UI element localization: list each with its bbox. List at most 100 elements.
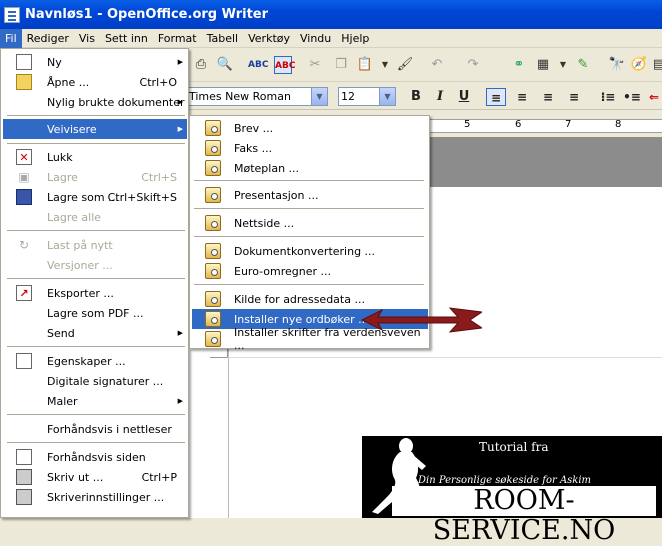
paste-dropdown-icon[interactable]: ▼ — [376, 56, 394, 74]
undo-icon[interactable]: ↶ — [428, 56, 446, 74]
hyperlink-icon[interactable]: ⚭ — [510, 56, 528, 74]
menu-item-skriv-ut[interactable]: Skriv ut ... Ctrl+P — [3, 467, 187, 487]
wizard-item-dokumentkonvertering[interactable]: Dokumentkonvertering ... — [192, 241, 428, 261]
menu-rediger[interactable]: Rediger — [22, 29, 74, 48]
save-as-icon — [16, 189, 32, 205]
wizard-item-euro-omregner[interactable]: Euro-omregner ... — [192, 261, 428, 281]
submenu-arrow-icon: ▶ — [177, 329, 183, 337]
banner-site-name: ROOM-SERVICE.NO — [392, 486, 656, 546]
menu-item-last-pa-nytt[interactable]: ↻ Last på nytt — [3, 235, 187, 255]
menu-item-skriverinnstillinger[interactable]: Skriverinnstillinger ... — [3, 487, 187, 507]
font-size-dropdown-icon[interactable]: ▼ — [379, 88, 395, 105]
menu-hjelp[interactable]: Hjelp — [336, 29, 374, 48]
text-boundary-line — [228, 357, 662, 358]
menu-item-ny[interactable]: Ny ▶ — [3, 52, 187, 72]
align-justify-icon[interactable]: ≡ — [564, 88, 584, 106]
menu-verktoy[interactable]: Verktøy — [243, 29, 295, 48]
font-size-combo[interactable]: 12 ▼ — [338, 87, 396, 106]
menu-fil[interactable]: Fil — [0, 28, 22, 48]
autospellcheck-icon[interactable]: ABC — [274, 56, 295, 74]
draw-functions-icon[interactable]: ✎ — [574, 56, 592, 74]
menu-item-apne[interactable]: Åpne ... Ctrl+O — [3, 72, 187, 92]
menu-vis[interactable]: Vis — [74, 29, 100, 48]
menu-tabell[interactable]: Tabell — [202, 29, 244, 48]
menu-item-veivisere[interactable]: Veivisere ▶ — [3, 119, 187, 139]
wizard-icon — [205, 160, 221, 176]
menu-item-nylig-brukte[interactable]: Nylig brukte dokumenter ▶ — [3, 92, 187, 112]
table-icon[interactable]: ▦ — [534, 56, 552, 74]
wizard-icon — [205, 331, 221, 347]
open-folder-icon — [16, 74, 32, 90]
ruler-number: 8 — [615, 119, 622, 130]
print-icon — [16, 469, 32, 485]
menu-item-lukk[interactable]: ✕ Lukk — [3, 147, 187, 167]
menu-item-versjoner[interactable]: Versjoner ... — [3, 255, 187, 275]
menu-item-forhandsvis-siden[interactable]: Forhåndsvis siden — [3, 447, 187, 467]
menu-item-maler[interactable]: Maler ▶ — [3, 391, 187, 411]
wizard-item-presentasjon[interactable]: Presentasjon ... — [192, 185, 428, 205]
save-icon: ▣ — [18, 170, 30, 184]
print-icon[interactable]: ⎙ — [192, 56, 210, 74]
bullets-icon[interactable]: •≡ — [622, 88, 642, 106]
wizard-icon — [205, 215, 221, 231]
font-name-dropdown-icon[interactable]: ▼ — [311, 88, 327, 105]
copy-icon[interactable]: ❐ — [332, 56, 350, 74]
redo-icon[interactable]: ↷ — [464, 56, 482, 74]
banner-line-1: Tutorial fra — [479, 440, 549, 454]
export-icon: ↗ — [16, 285, 32, 301]
writer-app-icon — [4, 6, 20, 23]
spellcheck-icon[interactable]: ABC — [248, 56, 268, 74]
menu-item-eksporter[interactable]: ↗ Eksporter ... — [3, 283, 187, 303]
navigator-icon[interactable]: 🧭 — [630, 56, 648, 74]
italic-button[interactable]: I — [430, 88, 450, 106]
menu-item-lagre-som-pdf[interactable]: Lagre som PDF ... — [3, 303, 187, 323]
menu-item-lagre-som[interactable]: Lagre som ... Ctrl+Skift+S — [3, 187, 187, 207]
menu-item-digitale-signaturer[interactable]: Digitale signaturer ... — [3, 371, 187, 391]
close-doc-icon: ✕ — [16, 149, 32, 165]
wizard-icon — [205, 311, 221, 327]
ruler-number: 5 — [464, 119, 471, 130]
gallery-icon[interactable]: ▤ — [650, 56, 662, 74]
annotation-arrow-icon — [360, 307, 482, 333]
menu-item-lagre[interactable]: ▣ Lagre Ctrl+S — [3, 167, 187, 187]
menu-format[interactable]: Format — [153, 29, 202, 48]
underline-button[interactable]: U — [454, 88, 474, 106]
submenu-arrow-icon: ▶ — [177, 58, 183, 66]
font-name-combo[interactable]: Times New Roman ▼ — [186, 87, 328, 106]
menu-item-send[interactable]: Send ▶ — [3, 323, 187, 343]
page-preview-icon[interactable]: 🔍 — [216, 56, 234, 74]
page-preview-icon — [16, 449, 32, 465]
bold-button[interactable]: B — [406, 88, 426, 106]
format-paintbrush-icon[interactable]: 🖌 — [396, 56, 414, 74]
align-right-icon[interactable]: ≡ — [538, 88, 558, 106]
wizard-item-brev[interactable]: Brev ... — [192, 118, 428, 138]
wizard-item-nettside[interactable]: Nettside ... — [192, 213, 428, 233]
find-replace-icon[interactable]: 🔭 — [608, 56, 626, 74]
ruler-number: 6 — [515, 119, 522, 130]
menu-item-forhandsvis-nettleser[interactable]: Forhåndsvis i nettleser — [3, 419, 187, 439]
new-doc-icon — [16, 54, 32, 70]
menu-sett-inn[interactable]: Sett inn — [100, 29, 153, 48]
wizard-icon — [205, 291, 221, 307]
ruler-number: 7 — [565, 119, 572, 130]
align-left-icon[interactable]: ≡ — [486, 88, 506, 106]
submenu-arrow-icon: ▶ — [177, 397, 183, 405]
menu-vindu[interactable]: Vindu — [295, 29, 336, 48]
submenu-arrow-icon: ▶ — [177, 125, 183, 133]
cut-icon[interactable]: ✂ — [306, 56, 324, 74]
decrease-indent-icon[interactable]: ⇐ — [644, 88, 662, 106]
wizard-item-faks[interactable]: Faks ... — [192, 138, 428, 158]
wizard-icon — [205, 187, 221, 203]
wizard-icon — [205, 243, 221, 259]
align-center-icon[interactable]: ≡ — [512, 88, 532, 106]
table-dropdown-icon[interactable]: ▼ — [554, 56, 572, 74]
font-name-value: Times New Roman — [189, 90, 291, 103]
menu-item-lagre-alle[interactable]: Lagre alle — [3, 207, 187, 227]
font-size-value: 12 — [341, 90, 355, 103]
wizard-item-moteplan[interactable]: Møteplan ... — [192, 158, 428, 178]
standard-toolbar: ⎙ 🔍 ABC ABC ✂ ❐ 📋 ▼ 🖌 ↶ ↷ ⚭ ▦ ▼ ✎ 🔭 🧭 ▤ — [188, 48, 662, 82]
numbering-icon[interactable]: ⁝≡ — [598, 88, 618, 106]
menu-item-egenskaper[interactable]: Egenskaper ... — [3, 351, 187, 371]
paste-icon[interactable]: 📋 — [356, 56, 374, 74]
wizard-icon — [205, 263, 221, 279]
